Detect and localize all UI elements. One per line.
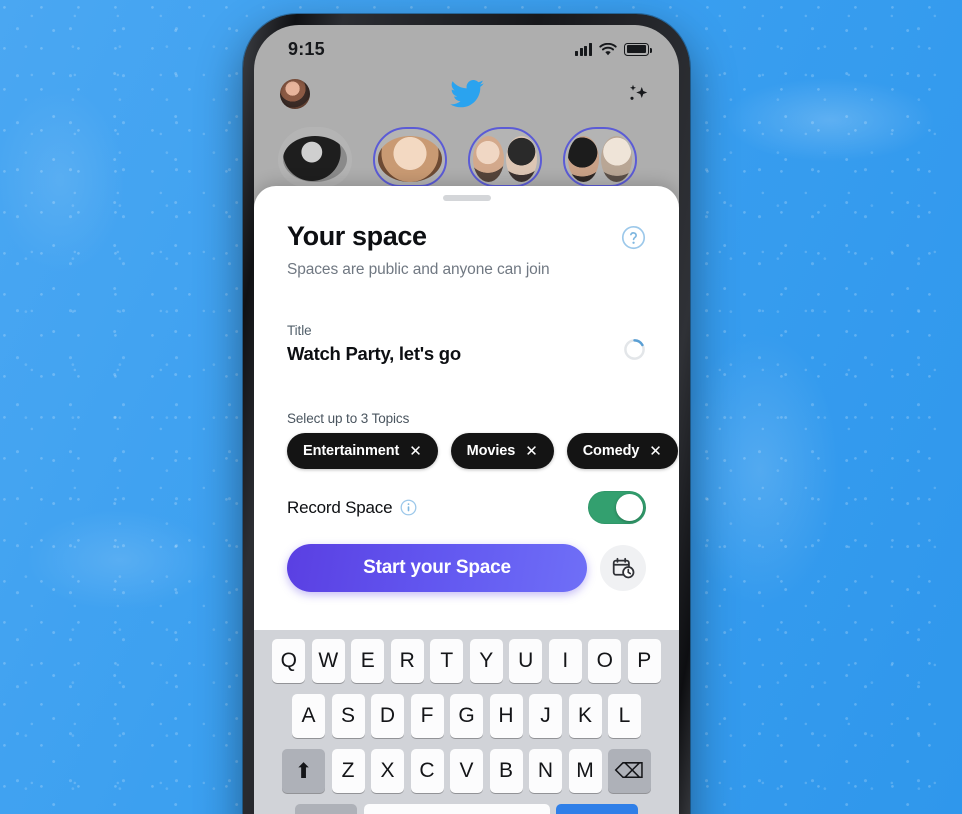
help-circle-icon[interactable] xyxy=(621,225,646,250)
twitter-bird-icon xyxy=(449,80,484,108)
sheet-actions: Start your Space xyxy=(287,544,646,592)
record-space-left: Record Space xyxy=(287,498,417,518)
space-bubble[interactable] xyxy=(468,127,542,187)
key-m[interactable]: M xyxy=(568,749,602,793)
wifi-icon xyxy=(599,42,617,55)
topic-chip-label: Entertainment xyxy=(303,443,400,459)
remove-topic-icon[interactable]: ✕ xyxy=(409,444,422,459)
key-f[interactable]: F xyxy=(410,694,444,738)
key-x[interactable]: X xyxy=(371,749,404,793)
progress-spinner-icon xyxy=(624,339,645,360)
key-i[interactable]: I xyxy=(548,639,582,683)
keyboard-row-1: Q W E R T Y U I O P xyxy=(254,639,679,683)
on-screen-keyboard[interactable]: Q W E R T Y U I O P A S D F G H J K L ⬆ … xyxy=(254,630,679,814)
key-l[interactable]: L xyxy=(608,694,641,738)
key-v[interactable]: V xyxy=(450,749,483,793)
title-field[interactable]: Title Watch Party, let's go xyxy=(287,323,646,365)
key-t[interactable]: T xyxy=(430,639,464,683)
key-q[interactable]: Q xyxy=(272,639,306,683)
key-s[interactable]: S xyxy=(331,694,365,738)
keyboard-row-3: ⬆ Z X C V B N M ⌫ xyxy=(254,749,679,793)
your-space-bottom-sheet: Your space Spaces are public and anyone … xyxy=(254,186,679,814)
topic-chips-row[interactable]: Entertainment ✕ Movies ✕ Comedy ✕ Bo xyxy=(287,433,678,469)
space-bubble[interactable] xyxy=(563,127,637,187)
key-j[interactable]: J xyxy=(529,694,562,738)
remove-topic-icon[interactable]: ✕ xyxy=(649,444,662,459)
key-y[interactable]: Y xyxy=(469,639,503,683)
key-e[interactable]: E xyxy=(351,639,385,683)
record-space-row[interactable]: Record Space xyxy=(287,491,646,524)
calendar-clock-icon xyxy=(612,557,634,578)
topics-label: Select up to 3 Topics xyxy=(287,411,410,426)
topic-chip-entertainment[interactable]: Entertainment ✕ xyxy=(287,433,438,469)
record-space-toggle[interactable] xyxy=(588,491,646,524)
battery-icon xyxy=(624,42,652,56)
key-numbers[interactable]: 123 xyxy=(295,804,357,814)
key-d[interactable]: D xyxy=(371,694,404,738)
key-w[interactable]: W xyxy=(311,639,345,683)
key-g[interactable]: G xyxy=(450,694,483,738)
key-k[interactable]: K xyxy=(568,694,602,738)
key-u[interactable]: U xyxy=(509,639,543,683)
key-o[interactable]: O xyxy=(588,639,622,683)
status-bar-icons xyxy=(575,42,652,56)
app-header xyxy=(254,67,679,121)
info-circle-icon[interactable] xyxy=(400,499,417,516)
key-space[interactable] xyxy=(363,804,550,814)
remove-topic-icon[interactable]: ✕ xyxy=(525,444,538,459)
key-n[interactable]: N xyxy=(529,749,562,793)
status-bar: 9:15 xyxy=(254,25,679,67)
keyboard-row-2: A S D F G H J K L xyxy=(254,694,679,738)
topic-chip-label: Comedy xyxy=(582,443,640,459)
sparkle-icon[interactable] xyxy=(623,79,653,109)
key-r[interactable]: R xyxy=(390,639,424,683)
signal-bars-icon xyxy=(575,43,592,56)
phone-screen: 9:15 Your space Spaces are public and an… xyxy=(254,25,679,814)
key-backspace[interactable]: ⌫ xyxy=(608,749,651,793)
title-field-value[interactable]: Watch Party, let's go xyxy=(287,343,461,365)
title-field-label: Title xyxy=(287,323,312,338)
key-return[interactable] xyxy=(556,804,638,814)
space-bubble[interactable] xyxy=(278,127,352,187)
sheet-content: Your space Spaces are public and anyone … xyxy=(254,201,679,592)
key-b[interactable]: B xyxy=(489,749,523,793)
record-space-label: Record Space xyxy=(287,497,393,517)
page-title: Your space xyxy=(287,221,427,251)
status-bar-clock: 9:15 xyxy=(288,38,325,59)
key-h[interactable]: H xyxy=(489,694,523,738)
sheet-subtitle: Spaces are public and anyone can join xyxy=(287,261,550,278)
key-c[interactable]: C xyxy=(410,749,444,793)
key-z[interactable]: Z xyxy=(331,749,365,793)
space-bubble[interactable] xyxy=(373,127,447,187)
phone-device-frame: 9:15 Your space Spaces are public and an… xyxy=(243,14,690,814)
key-a[interactable]: A xyxy=(292,694,325,738)
topic-chip-movies[interactable]: Movies ✕ xyxy=(450,433,554,469)
start-your-space-button[interactable]: Start your Space xyxy=(287,544,587,592)
schedule-space-button[interactable] xyxy=(600,545,646,591)
key-p[interactable]: P xyxy=(627,639,661,683)
topic-chip-comedy[interactable]: Comedy ✕ xyxy=(566,433,678,469)
profile-avatar[interactable] xyxy=(280,79,310,109)
topic-chip-label: Movies xyxy=(466,443,516,459)
keyboard-row-4: 123 xyxy=(254,804,679,814)
spaces-avatar-strip[interactable] xyxy=(254,121,679,187)
key-shift[interactable]: ⬆ xyxy=(282,749,325,793)
sheet-header: Your space Spaces are public and anyone … xyxy=(287,221,646,279)
